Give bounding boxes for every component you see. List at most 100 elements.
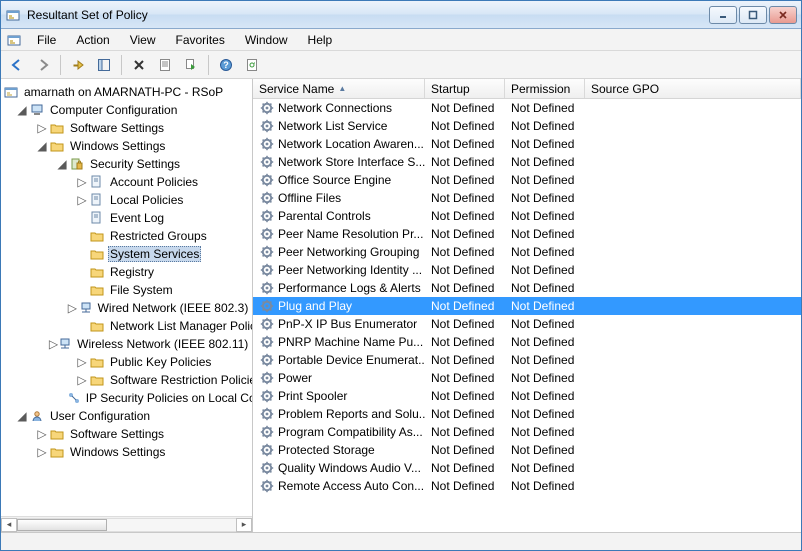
tree-item-computer-config[interactable]: ◢ Computer Configuration <box>1 101 252 119</box>
service-row[interactable]: Quality Windows Audio V...Not DefinedNot… <box>253 459 801 477</box>
menu-action[interactable]: Action <box>66 29 119 50</box>
service-row[interactable]: Peer Networking GroupingNot DefinedNot D… <box>253 243 801 261</box>
tree-item-event-log[interactable]: ▷Event Log <box>1 209 252 227</box>
scroll-right-button[interactable]: ▸ <box>236 518 252 532</box>
eventlog-icon <box>89 210 105 226</box>
service-row[interactable]: Office Source EngineNot DefinedNot Defin… <box>253 171 801 189</box>
service-row[interactable]: Network ConnectionsNot DefinedNot Define… <box>253 99 801 117</box>
service-row[interactable]: Offline FilesNot DefinedNot Defined <box>253 189 801 207</box>
service-row[interactable]: Network Store Interface S...Not DefinedN… <box>253 153 801 171</box>
service-row[interactable]: Peer Networking Identity ...Not DefinedN… <box>253 261 801 279</box>
tree-item-user-config[interactable]: ◢ User Configuration <box>1 407 252 425</box>
service-row[interactable]: Program Compatibility As...Not DefinedNo… <box>253 423 801 441</box>
tree-item-public-key[interactable]: ▷Public Key Policies <box>1 353 252 371</box>
show-hide-tree-button[interactable] <box>92 54 116 76</box>
expander-icon[interactable]: ▷ <box>49 337 58 351</box>
menu-favorites[interactable]: Favorites <box>166 29 235 50</box>
service-row[interactable]: Network List ServiceNot DefinedNot Defin… <box>253 117 801 135</box>
menu-window[interactable]: Window <box>235 29 298 50</box>
service-row[interactable]: Peer Name Resolution Pr...Not DefinedNot… <box>253 225 801 243</box>
folder-icon <box>49 426 65 442</box>
tree-item-cc-windows[interactable]: ◢ Windows Settings <box>1 137 252 155</box>
tree-item-system-services[interactable]: ▷System Services <box>1 245 252 263</box>
menu-file[interactable]: File <box>27 29 66 50</box>
close-button[interactable] <box>769 6 797 24</box>
up-button[interactable] <box>66 54 90 76</box>
properties-button[interactable] <box>153 54 177 76</box>
service-row[interactable]: Network Location Awaren...Not DefinedNot… <box>253 135 801 153</box>
tree-item-registry[interactable]: ▷Registry <box>1 263 252 281</box>
service-name: Parental Controls <box>278 209 371 223</box>
expander-icon[interactable]: ▷ <box>35 445 49 459</box>
tree-item-uc-software[interactable]: ▷Software Settings <box>1 425 252 443</box>
service-row[interactable]: Parental ControlsNot DefinedNot Defined <box>253 207 801 225</box>
service-row[interactable]: Remote Access Auto Con...Not DefinedNot … <box>253 477 801 495</box>
service-name: Portable Device Enumerat... <box>278 353 425 367</box>
gear-icon <box>259 118 275 134</box>
tree-item-security[interactable]: ◢ Security Settings <box>1 155 252 173</box>
expander-icon[interactable]: ▷ <box>75 193 89 207</box>
service-row[interactable]: PnP-X IP Bus EnumeratorNot DefinedNot De… <box>253 315 801 333</box>
service-row[interactable]: PowerNot DefinedNot Defined <box>253 369 801 387</box>
service-name: Network Connections <box>278 101 392 115</box>
tree-scroll[interactable]: amarnath on AMARNATH-PC - RSoP ◢ Compute… <box>1 79 252 516</box>
column-header-permission[interactable]: Permission <box>505 79 585 98</box>
refresh-button[interactable] <box>240 54 264 76</box>
expander-icon[interactable]: ▷ <box>35 121 49 135</box>
back-button[interactable] <box>5 54 29 76</box>
expander-icon[interactable]: ◢ <box>55 157 69 171</box>
system-menu-icon[interactable] <box>5 29 23 50</box>
delete-button[interactable] <box>127 54 151 76</box>
tree-item-cc-software[interactable]: ▷ Software Settings <box>1 119 252 137</box>
service-row[interactable]: Problem Reports and Solu...Not DefinedNo… <box>253 405 801 423</box>
service-row[interactable]: Protected StorageNot DefinedNot Defined <box>253 441 801 459</box>
help-button[interactable]: ? <box>214 54 238 76</box>
expander-icon[interactable]: ▷ <box>75 355 89 369</box>
title-bar[interactable]: Resultant Set of Policy <box>1 1 801 29</box>
gear-icon <box>259 262 275 278</box>
expander-icon[interactable]: ▷ <box>35 427 49 441</box>
service-row[interactable]: Portable Device Enumerat...Not DefinedNo… <box>253 351 801 369</box>
service-permission: Not Defined <box>505 299 585 313</box>
toolbar-separator <box>121 55 122 75</box>
scroll-thumb[interactable] <box>17 519 107 531</box>
tree-item-wireless-network[interactable]: ▷Wireless Network (IEEE 802.11) Policies <box>1 335 252 353</box>
expander-icon[interactable]: ▷ <box>66 301 78 315</box>
tree-item-software-restriction[interactable]: ▷Software Restriction Policies <box>1 371 252 389</box>
service-row[interactable]: Plug and PlayNot DefinedNot Defined <box>253 297 801 315</box>
expander-icon[interactable]: ◢ <box>15 103 29 117</box>
expander-icon[interactable]: ▷ <box>75 373 89 387</box>
expander-icon[interactable]: ▷ <box>75 175 89 189</box>
scroll-track[interactable] <box>17 518 236 532</box>
maximize-button[interactable] <box>739 6 767 24</box>
network-icon <box>58 336 72 352</box>
tree-item-account-policies[interactable]: ▷Account Policies <box>1 173 252 191</box>
forward-button[interactable] <box>31 54 55 76</box>
menu-help[interactable]: Help <box>298 29 343 50</box>
column-header-name[interactable]: Service Name▲ <box>253 79 425 98</box>
tree-item-local-policies[interactable]: ▷Local Policies <box>1 191 252 209</box>
expander-icon[interactable]: ◢ <box>35 139 49 153</box>
expander-icon[interactable]: ◢ <box>15 409 29 423</box>
service-row[interactable]: Print SpoolerNot DefinedNot Defined <box>253 387 801 405</box>
column-header-source-gpo[interactable]: Source GPO <box>585 79 801 98</box>
export-list-button[interactable] <box>179 54 203 76</box>
service-row[interactable]: Performance Logs & AlertsNot DefinedNot … <box>253 279 801 297</box>
tree-item-netlist-mgr[interactable]: ▷Network List Manager Policies <box>1 317 252 335</box>
scroll-left-button[interactable]: ◂ <box>1 518 17 532</box>
tree-item-wired-network[interactable]: ▷Wired Network (IEEE 802.3) Policies <box>1 299 252 317</box>
minimize-button[interactable] <box>709 6 737 24</box>
tree-item-file-system[interactable]: ▷File System <box>1 281 252 299</box>
tree-root[interactable]: amarnath on AMARNATH-PC - RSoP <box>1 83 252 101</box>
tree-item-ip-security[interactable]: ▷IP Security Policies on Local Computer <box>1 389 252 407</box>
menu-view[interactable]: View <box>120 29 166 50</box>
tree-item-restricted-groups[interactable]: ▷Restricted Groups <box>1 227 252 245</box>
tree-h-scrollbar[interactable]: ◂ ▸ <box>1 516 252 532</box>
column-header-startup[interactable]: Startup <box>425 79 505 98</box>
service-row[interactable]: PNRP Machine Name Pu...Not DefinedNot De… <box>253 333 801 351</box>
service-name: PNRP Machine Name Pu... <box>278 335 423 349</box>
tree-item-uc-windows[interactable]: ▷Windows Settings <box>1 443 252 461</box>
list-body[interactable]: Network Connections Not Defined Not Define… <box>253 99 801 532</box>
service-permission: Not Defined <box>505 371 585 385</box>
folder-icon <box>89 372 105 388</box>
